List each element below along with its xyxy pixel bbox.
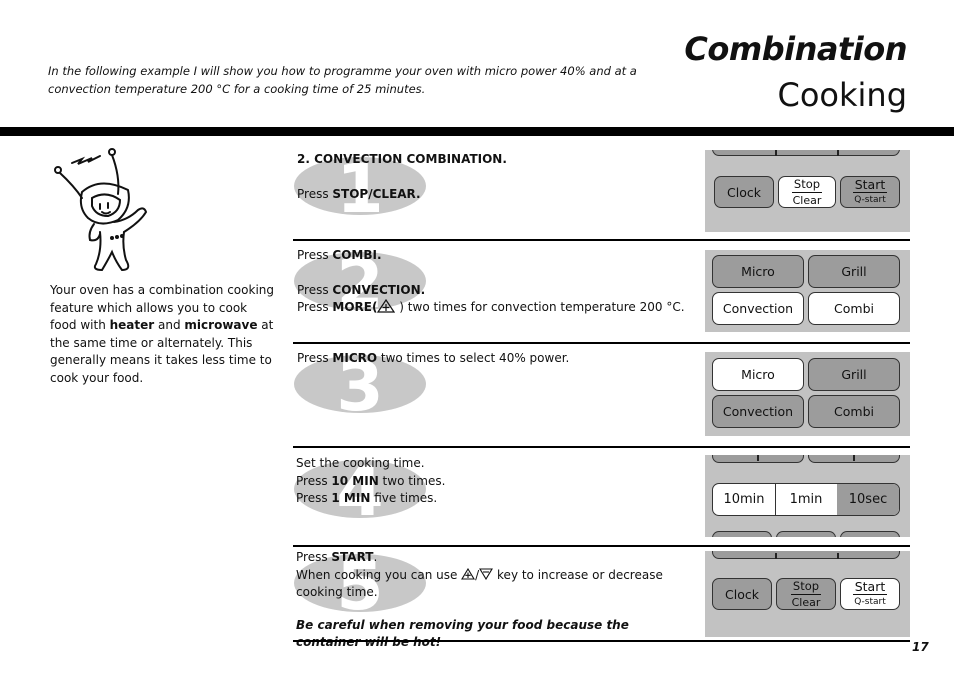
combi-key[interactable]: Combi (808, 292, 900, 325)
page-title-line2: Cooking (777, 76, 907, 114)
convection-key[interactable]: Convection (712, 395, 804, 428)
step-4-line-2: Press 10 MIN two times. (296, 473, 446, 488)
step-divider (293, 545, 910, 547)
page-bottom-rule (293, 640, 910, 642)
step-2-line-1: Press COMBI. (297, 248, 382, 262)
step-5-line-1: Press START. (296, 550, 378, 564)
panel-bottom-row (776, 531, 836, 537)
step-4-line-1: Set the cooking time. (296, 456, 425, 470)
less-icon (479, 567, 494, 580)
start-key[interactable]: Start Q-start (840, 176, 900, 208)
step-3-line: Press MICRO two times to select 40% powe… (297, 351, 570, 365)
step-1: 1 2. CONVECTION COMBINATION. Press STOP/… (293, 150, 910, 236)
mascot-illustration (54, 148, 148, 272)
more-icon (461, 567, 476, 580)
combi-key[interactable]: Combi (808, 395, 900, 428)
control-panel-2: Micro Grill Convection Combi (705, 250, 910, 332)
step-divider (293, 239, 910, 241)
step-5: 5 Press START. When cooking you can use … (293, 549, 910, 649)
stop-clear-key[interactable]: Stop Clear (778, 176, 836, 208)
control-panel-3: Micro Grill Convection Combi (705, 352, 910, 436)
control-panel-4: 10min 1min 10sec (705, 455, 910, 537)
1min-key[interactable]: 1min (775, 484, 837, 515)
time-keys-row: 10min 1min 10sec (712, 483, 900, 516)
more-plus-icon (377, 298, 396, 313)
10min-key[interactable]: 10min (713, 484, 776, 515)
step-4-line-3: Press 1 MIN five times. (296, 491, 438, 505)
stop-clear-key[interactable]: Stop Clear (776, 578, 836, 610)
page-number: 17 (912, 640, 929, 654)
control-panel-1: Clock Stop Clear Start Q-start (705, 150, 910, 232)
step-divider (293, 446, 910, 448)
convection-key[interactable]: Convection (712, 292, 804, 325)
step-3: 3 Press MICRO two times to select 40% po… (293, 350, 910, 440)
step-divider (293, 342, 910, 344)
panel-bottom-row (712, 531, 772, 537)
micro-key[interactable]: Micro (712, 255, 804, 288)
step-2: 2 Press COMBI. Press CONVECTION. Press M… (293, 247, 910, 339)
step-4: 4 Set the cooking time. Press 10 MIN two… (293, 455, 910, 541)
header-divider (0, 127, 954, 136)
grill-key[interactable]: Grill (808, 358, 900, 391)
panel-top-row (712, 150, 900, 156)
panel-top-row (712, 551, 900, 559)
step-2-line-2: Press CONVECTION. (297, 282, 426, 297)
intro-text: In the following example I will show you… (48, 64, 637, 96)
step-2-line-3: Press MORE( ) two times for convection t… (297, 298, 685, 314)
grill-key[interactable]: Grill (808, 255, 900, 288)
micro-key[interactable]: Micro (712, 358, 804, 391)
page-title-line1: Combination (684, 30, 907, 68)
panel-bottom-row (840, 531, 900, 537)
safety-warning: Be careful when removing your food becau… (296, 617, 629, 650)
clock-key[interactable]: Clock (714, 176, 774, 208)
control-panel-5: Clock Stop Clear Start Q-start (705, 551, 910, 637)
combination-description: Your oven has a combination cooking feat… (50, 283, 274, 385)
step-1-line: Press STOP/CLEAR. (297, 186, 421, 201)
10sec-key[interactable]: 10sec (837, 484, 899, 515)
step-5-line-2: When cooking you can use / key to increa… (296, 567, 663, 599)
step-1-heading: 2. CONVECTION COMBINATION. (297, 152, 507, 166)
clock-key[interactable]: Clock (712, 578, 772, 610)
start-key[interactable]: Start Q-start (840, 578, 900, 610)
